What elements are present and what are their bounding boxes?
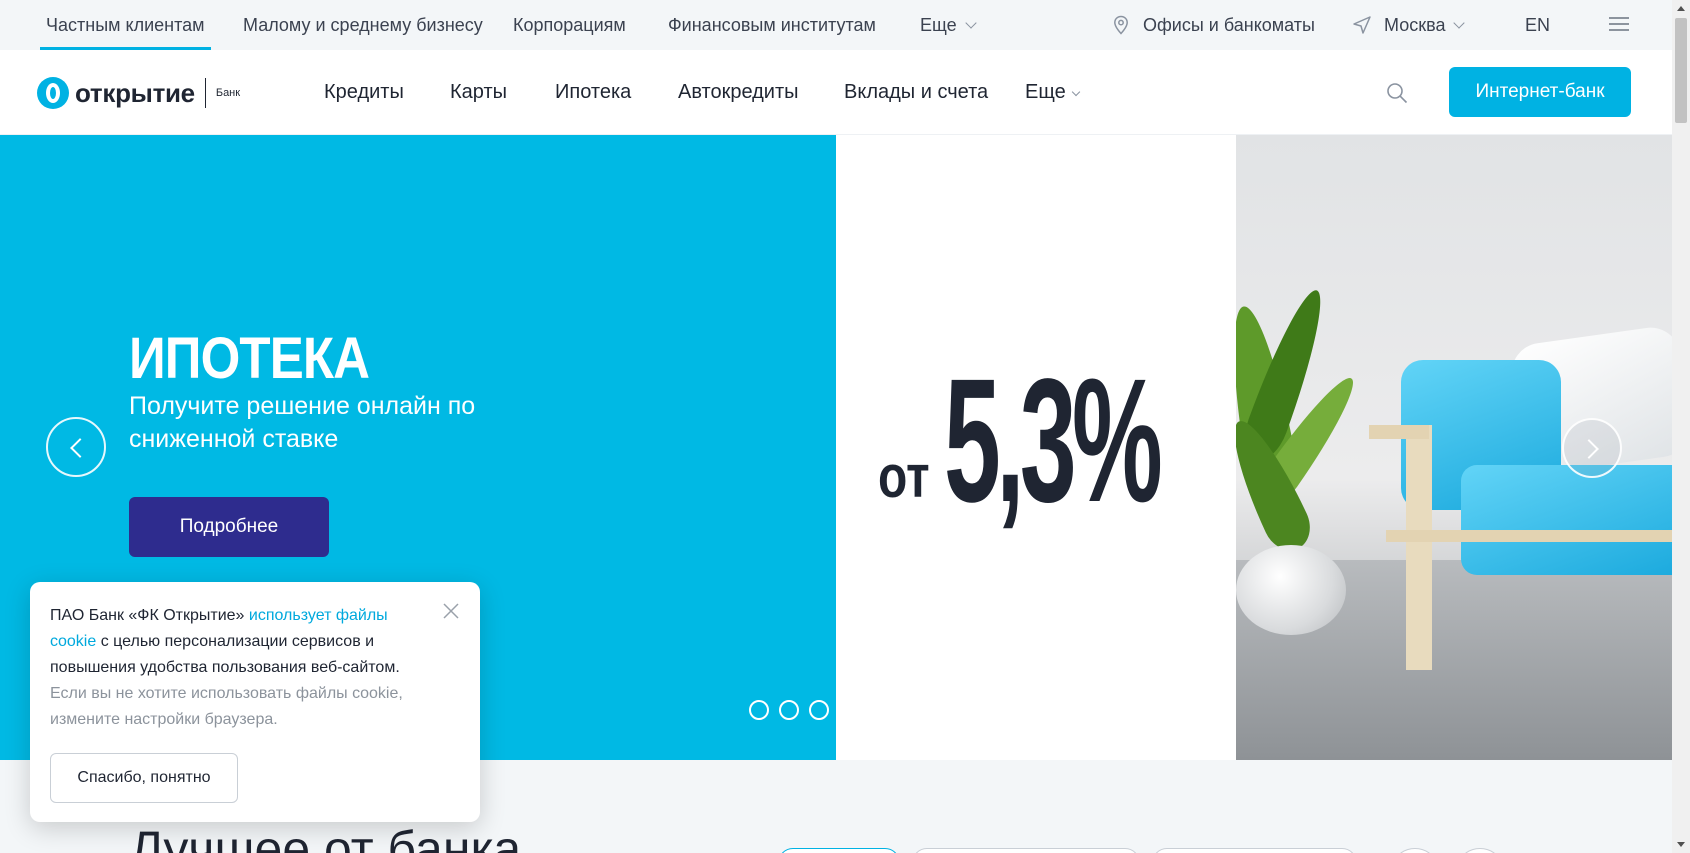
search-icon[interactable] [1386,82,1408,104]
hero-subtitle: Получите решение онлайн по сниженной ста… [129,392,476,453]
sofa-seat-cushion [1461,465,1672,575]
logo-subtitle: Банк [215,87,241,99]
cookie-text-after: с целью персонализации сервисов и повыше… [50,633,400,676]
rate-value: 5,3% [944,343,1163,539]
offices-label: Офисы и банкоматы [1143,15,1315,35]
language-switch[interactable]: EN [1525,0,1550,50]
nav-cards[interactable]: Карты [450,50,507,135]
offer-tab[interactable] [1460,848,1500,853]
offices-link[interactable]: Офисы и банкоматы [1113,0,1315,50]
nav-more-label: Еще [1025,81,1066,103]
segment-bar: Частным клиентам Малому и среднему бизне… [0,0,1672,50]
chevron-right-icon [1579,439,1599,459]
plant-pot-image [1236,545,1346,635]
chevron-down-icon [1453,17,1466,29]
sofa-armrest [1406,425,1432,670]
carousel-dot[interactable] [839,700,859,720]
cookie-message: ПАО Банк «ФК Открытие» использует файлы … [50,603,430,733]
carousel-next-button[interactable] [1562,418,1622,478]
sofa-frame [1386,530,1672,542]
nav-auto-loans[interactable]: Автокредиты [678,50,799,135]
cookie-note: Если вы не хотите использовать файлы coo… [50,685,403,728]
rate-prefix: от [878,443,930,510]
hero-more-button[interactable]: Подробнее [129,497,329,557]
main-header: открытие Банк Кредиты Карты Ипотека Авто… [0,50,1672,135]
cookie-text-before: ПАО Банк «ФК Открытие» [50,607,249,624]
location-pin-icon [1114,15,1128,35]
segment-financial-institutions[interactable]: Финансовым институтам [668,0,876,50]
logo-divider [204,78,206,108]
carousel-prev-button[interactable] [46,417,106,477]
cookie-consent-popup: ПАО Банк «ФК Открытие» использует файлы … [30,582,480,822]
carousel-dot[interactable] [779,700,799,720]
nav-mortgage[interactable]: Ипотека [555,50,631,135]
cookie-accept-button[interactable]: Спасибо, понятно [50,753,238,803]
close-icon[interactable] [442,602,460,620]
page-scrollbar[interactable] [1672,0,1690,853]
segment-private-clients[interactable]: Частным клиентам [40,0,211,50]
internet-bank-button[interactable]: Интернет-банк [1449,67,1631,117]
nav-deposits[interactable]: Вклады и счета [844,50,988,135]
scroll-thumb[interactable] [1675,18,1687,123]
logo-wordmark: открытие [75,77,195,108]
scroll-down-icon[interactable] [1677,842,1685,847]
nav-more-dropdown[interactable]: Еще [1025,50,1080,135]
carousel-dot[interactable] [809,700,829,720]
offer-tab[interactable] [1395,848,1435,853]
chevron-down-icon [964,17,977,29]
chevron-down-icon [1071,87,1080,97]
segment-more-label: Еще [920,15,957,35]
carousel-dot[interactable] [749,700,769,720]
bank-logo[interactable]: открытие Банк [37,75,240,111]
segment-small-business[interactable]: Малому и среднему бизнесу [243,0,483,50]
city-selector[interactable]: Москва [1352,0,1466,50]
offer-tab[interactable] [1152,848,1357,853]
scroll-up-icon[interactable] [1677,6,1685,11]
menu-button[interactable] [1609,17,1629,33]
logo-mark-icon [37,77,69,109]
offer-tab[interactable] [912,848,1140,853]
city-label: Москва [1384,15,1446,35]
hamburger-menu-icon [1609,17,1629,31]
chevron-left-icon [70,438,90,458]
segment-corporations[interactable]: Корпорациям [513,0,626,50]
offer-tab[interactable] [778,848,900,853]
carousel-dots [749,700,869,720]
navigation-arrow-icon [1353,16,1371,34]
segment-more-dropdown[interactable]: Еще [920,0,977,50]
sofa-frame [1369,425,1429,439]
section-title: Лучшее от банка [130,821,522,853]
nav-credits[interactable]: Кредиты [324,50,404,135]
hero-title: ИПОТЕКА [129,326,370,391]
